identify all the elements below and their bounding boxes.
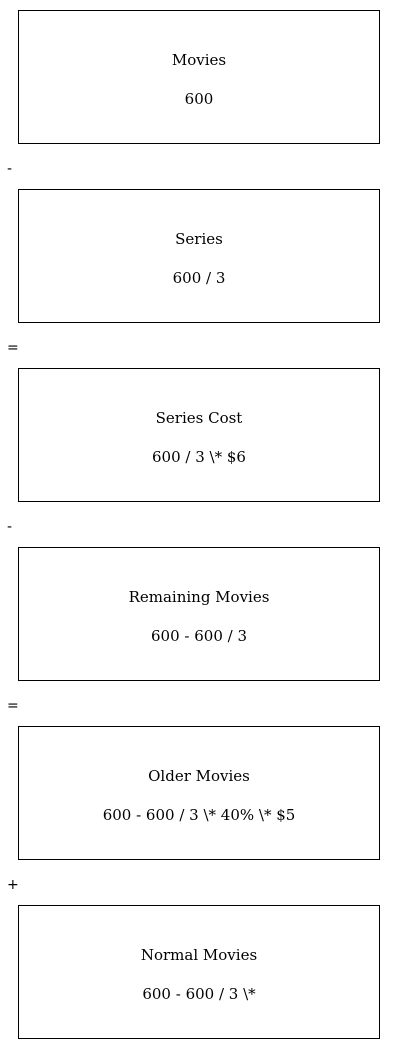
operator-equals: =	[7, 698, 19, 714]
box-title: Movies	[171, 51, 227, 69]
box-value: 600	[184, 90, 214, 108]
box-title: Older Movies	[148, 767, 250, 785]
box-value: 600 / 3	[172, 269, 226, 287]
series-box: Series 600 / 3	[18, 189, 380, 323]
box-value: 600 - 600 / 3	[151, 627, 247, 645]
box-title: Normal Movies	[140, 946, 258, 964]
box-value: 600 - 600 / 3 \* 40% \* $5	[102, 806, 296, 824]
operator-equals: =	[7, 340, 19, 356]
operator-minus: -	[7, 161, 13, 177]
box-title: Remaining Movies	[128, 588, 270, 606]
movies-box: Movies 600	[18, 10, 380, 144]
box-value: 600 - 600 / 3 \*	[142, 985, 256, 1003]
remaining-movies-box: Remaining Movies 600 - 600 / 3	[18, 547, 380, 681]
older-movies-box: Older Movies 600 - 600 / 3 \* 40% \* $5	[18, 726, 380, 860]
operator-plus: +	[7, 877, 19, 893]
series-cost-box: Series Cost 600 / 3 \* $6	[18, 368, 380, 502]
box-title: Series Cost	[155, 409, 243, 427]
box-title: Series	[175, 230, 223, 248]
box-value: 600 / 3 \* $6	[152, 448, 246, 466]
normal-movies-box: Normal Movies 600 - 600 / 3 \*	[18, 905, 380, 1039]
operator-minus: -	[7, 519, 13, 535]
